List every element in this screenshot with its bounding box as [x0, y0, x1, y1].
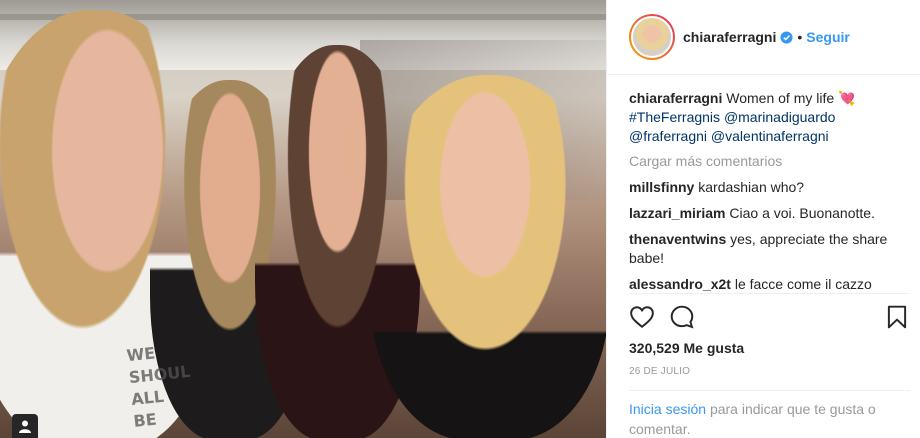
avatar-image [631, 16, 673, 58]
comment-item: millsfinny kardashian who? [629, 178, 910, 197]
mention-link[interactable]: @fraferragni [629, 128, 707, 144]
comment-text: kardashian who? [698, 179, 805, 195]
instagram-post: WE SHOUL ALL BE chiaraferragni • Seguir … [0, 0, 920, 438]
caption: chiaraferragni Women of my life 💘 #TheFe… [629, 89, 910, 146]
heart-icon[interactable] [629, 304, 655, 330]
login-link[interactable]: Inicia sesión [629, 401, 706, 417]
post-header: chiaraferragni • Seguir [607, 0, 920, 75]
comment-item: alessandro_x2t le facce come il cazzo [629, 275, 910, 294]
avatar[interactable] [629, 14, 675, 60]
verified-badge-icon [780, 30, 793, 44]
load-more-comments-button[interactable]: Cargar más comentarios [629, 152, 910, 171]
comment-username[interactable]: lazzari_miriam [629, 205, 726, 221]
post-photo[interactable]: WE SHOUL ALL BE [0, 0, 606, 438]
post-date: 26 DE JULIO [629, 366, 691, 377]
comment-bubble-icon[interactable] [669, 304, 695, 330]
caption-username[interactable]: chiaraferragni [629, 90, 722, 106]
bookmark-icon[interactable] [884, 304, 910, 330]
likes-count[interactable]: 320,529 Me gusta [629, 340, 744, 356]
caption-text: Women of my life 💘 [726, 90, 856, 106]
comments-section: chiaraferragni Women of my life 💘 #TheFe… [629, 89, 910, 301]
action-bar [629, 304, 910, 332]
mention-link[interactable]: @marinadiguardo [724, 109, 836, 125]
shirt-print-line: ALL BE [130, 386, 165, 431]
comment-username[interactable]: alessandro_x2t [629, 276, 731, 292]
header-username[interactable]: chiaraferragni [683, 29, 776, 45]
divider [629, 293, 910, 294]
hashtag-link[interactable]: #TheFerragnis [629, 109, 720, 125]
comment-username[interactable]: thenaventwins [629, 231, 726, 247]
shirt-print: WE SHOUL ALL BE [126, 339, 195, 433]
user-tag-icon[interactable] [12, 414, 38, 438]
comment-text: Ciao a voi. Buonanotte. [729, 205, 875, 221]
comment-text: le facce come il cazzo [734, 276, 872, 292]
comment-item: lazzari_miriam Ciao a voi. Buonanotte. [629, 204, 910, 223]
post-sidebar: chiaraferragni • Seguir chiaraferragni W… [606, 0, 920, 438]
login-prompt: Inicia sesión para indicar que te gusta … [629, 399, 890, 438]
comment-item: thenaventwins yes, appreciate the share … [629, 230, 910, 268]
comment-username[interactable]: millsfinny [629, 179, 694, 195]
divider [629, 390, 910, 391]
woman-right [370, 75, 606, 438]
separator-dot: • [797, 29, 803, 45]
follow-button[interactable]: Seguir [806, 29, 850, 45]
mention-link[interactable]: @valentinaferragni [711, 128, 829, 144]
